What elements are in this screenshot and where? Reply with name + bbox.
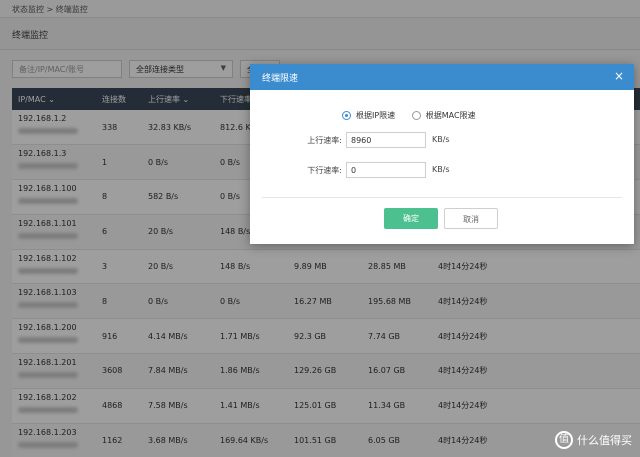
- limit-mode-group: 根据IP限速 根据MAC限速: [342, 110, 490, 122]
- upload-unit: KB/s: [432, 135, 450, 144]
- dialog-title: 终端限速: [262, 74, 299, 84]
- radio-dot-icon: [342, 111, 351, 120]
- close-icon[interactable]: ×: [614, 69, 624, 83]
- watermark: 值 什么值得买: [555, 431, 632, 449]
- dialog-divider: [262, 197, 622, 198]
- watermark-logo-icon: 值: [555, 431, 573, 449]
- cancel-button[interactable]: 取消: [444, 208, 498, 229]
- radio-dot-icon: [411, 111, 421, 120]
- radio-by-mac[interactable]: 根据MAC限速: [411, 110, 476, 121]
- speed-limit-dialog: 终端限速 × 根据IP限速 根据MAC限速 上行速率: KB/s 下行速率: K…: [250, 64, 634, 244]
- upload-label: 上行速率:: [307, 136, 342, 145]
- download-rate-input[interactable]: [346, 162, 426, 178]
- dialog-header: 终端限速 ×: [250, 64, 634, 90]
- download-unit: KB/s: [432, 165, 450, 174]
- radio-by-ip[interactable]: 根据IP限速: [342, 110, 395, 121]
- download-label: 下行速率:: [307, 166, 342, 175]
- watermark-text: 什么值得买: [577, 434, 632, 447]
- confirm-button[interactable]: 确定: [384, 208, 438, 229]
- upload-rate-input[interactable]: [346, 132, 426, 148]
